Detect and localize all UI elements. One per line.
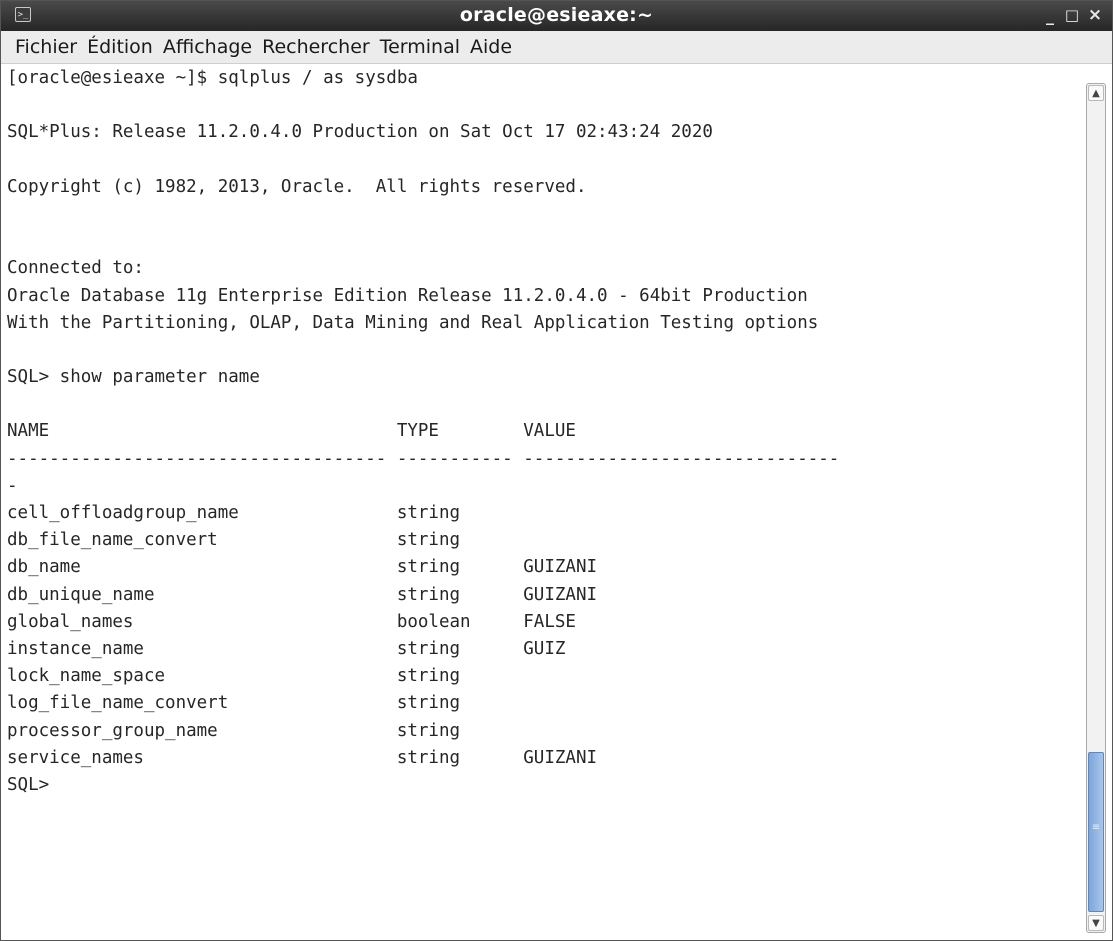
scroll-down-arrow-icon[interactable]: ▼: [1088, 915, 1104, 931]
terminal-line: db_file_name_convert string: [7, 530, 461, 551]
terminal-text: [oracle@esieaxe ~]$ sqlplus / as sysdba S…: [7, 65, 1082, 799]
terminal-line: cell_offloadgroup_name string: [7, 503, 461, 523]
title-bar[interactable]: >_ oracle@esieaxe:~ _ □ ×: [1, 1, 1112, 31]
terminal-line: Copyright (c) 1982, 2013, Oracle. All ri…: [7, 176, 587, 197]
terminal-line: service_names string GUIZANI: [7, 747, 598, 768]
menu-bar: Fichier Édition Affichage Rechercher Termina…: [1, 31, 1112, 64]
terminal-line: -: [7, 475, 18, 496]
terminal-output[interactable]: [oracle@esieaxe ~]$ sqlplus / as sysdba S…: [7, 65, 1082, 931]
terminal-window: >_ oracle@esieaxe:~ _ □ × Fichier Édition…: [0, 0, 1113, 941]
close-button[interactable]: ×: [1084, 1, 1106, 31]
menu-item-rechercher[interactable]: Rechercher: [257, 31, 375, 63]
terminal-line: Oracle Database 11g Enterprise Edition R…: [7, 285, 808, 306]
terminal-line: db_name string GUIZANI: [7, 557, 598, 578]
terminal-line: Connected to:: [7, 258, 144, 279]
terminal-line: db_unique_name string GUIZANI: [7, 584, 598, 605]
terminal-line: NAME TYPE VALUE: [7, 421, 576, 442]
terminal-line: ------------------------------------ ---…: [7, 448, 840, 469]
terminal-line: With the Partitioning, OLAP, Data Mining…: [7, 312, 819, 333]
terminal-line: lock_name_space string: [7, 666, 461, 687]
window-title: oracle@esieaxe:~: [459, 4, 654, 26]
menu-item-fichier[interactable]: Fichier: [10, 31, 82, 63]
maximize-button[interactable]: □: [1061, 1, 1083, 31]
scrollbar-thumb[interactable]: ≡: [1088, 752, 1104, 912]
terminal-line: processor_group_name string: [7, 720, 461, 741]
terminal-line: SQL>: [7, 774, 60, 795]
terminal-line: log_file_name_convert string: [7, 693, 461, 714]
menu-item-terminal[interactable]: Terminal: [375, 31, 465, 63]
scroll-up-arrow-icon[interactable]: ▲: [1088, 85, 1104, 101]
grip-icon: ≡: [1091, 822, 1101, 833]
menu-item-edition[interactable]: Édition: [82, 31, 158, 63]
terminal-line: instance_name string GUIZ: [7, 638, 566, 659]
vertical-scrollbar[interactable]: ▲ ≡ ▼: [1086, 83, 1106, 933]
menu-item-aide[interactable]: Aide: [465, 31, 517, 63]
terminal-line: SQL*Plus: Release 11.2.0.4.0 Production …: [7, 122, 713, 143]
terminal-line: [oracle@esieaxe ~]$ sqlplus / as sysdba: [7, 68, 418, 88]
minimize-button[interactable]: _: [1039, 1, 1061, 31]
terminal-line: SQL> show parameter name: [7, 367, 260, 388]
terminal-line: global_names boolean FALSE: [7, 611, 576, 632]
menu-item-affichage[interactable]: Affichage: [158, 31, 257, 63]
